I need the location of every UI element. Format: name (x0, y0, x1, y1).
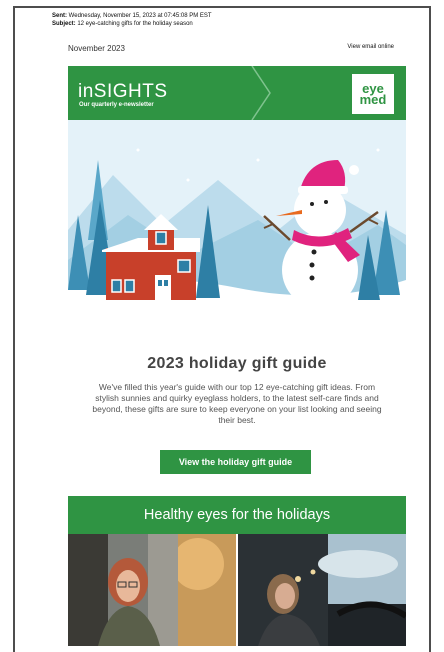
email-metadata: Sent: Wednesday, November 15, 2023 at 07… (52, 12, 212, 28)
newsletter-banner: inSIGHTS Our quarterly e-newsletter eye … (68, 66, 406, 120)
sent-value: Wednesday, November 15, 2023 at 07:45:08… (68, 13, 212, 19)
view-gift-guide-button[interactable]: View the holiday gift guide (160, 450, 311, 474)
healthy-eyes-section-title: Healthy eyes for the holidays (68, 496, 406, 534)
winter-snowman-illustration (68, 120, 406, 312)
newsletter-title: inSIGHTS (78, 81, 168, 102)
subject-value: 12 eye-catching gifts for the holiday se… (77, 21, 193, 27)
email-topline: November 2023 View email online (68, 44, 394, 58)
woman-driving-photo (238, 534, 406, 646)
view-email-online-link[interactable]: View email online (347, 44, 394, 50)
gift-guide-headline: 2023 holiday gift guide (147, 355, 327, 372)
newsletter-subtitle: Our quarterly e-newsletter (79, 102, 154, 108)
gift-guide-description: We've filled this year's guide with our … (92, 382, 382, 425)
woman-eyeglasses-photo (68, 534, 236, 646)
sent-label: Sent: (52, 13, 67, 19)
eyemed-logo: eye med (352, 74, 394, 114)
subject-label: Subject: (52, 21, 76, 27)
chevron-right-icon (251, 66, 271, 120)
issue-month: November 2023 (68, 44, 125, 53)
